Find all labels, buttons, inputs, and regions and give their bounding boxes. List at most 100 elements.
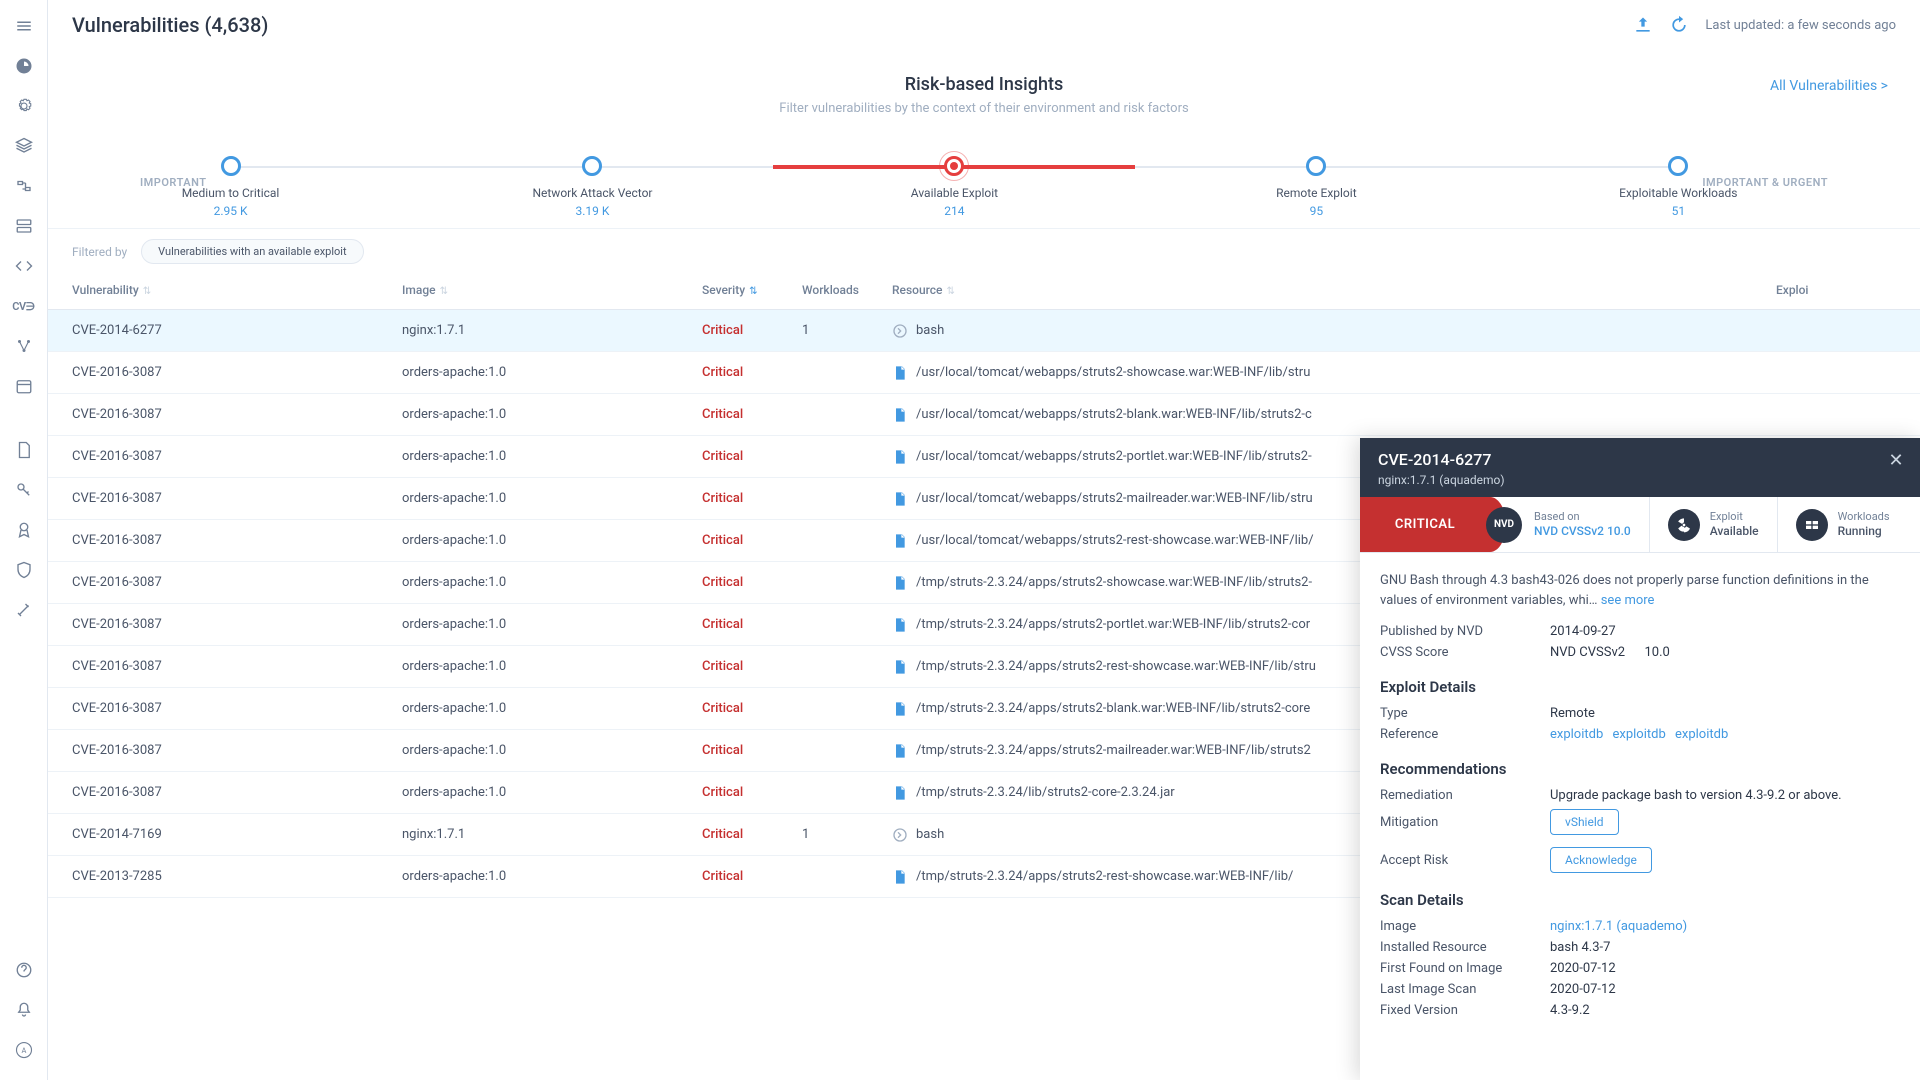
user-avatar-icon[interactable]: A	[6, 1032, 42, 1068]
all-vulnerabilities-link[interactable]: All Vulnerabilities >	[1770, 78, 1888, 94]
bell-icon[interactable]	[6, 992, 42, 1028]
file-icon	[892, 365, 908, 381]
file-icon	[892, 491, 908, 507]
nvd-badge-icon: NVD	[1486, 507, 1522, 543]
network-icon[interactable]	[6, 328, 42, 364]
close-icon[interactable]: ✕	[1884, 448, 1908, 472]
dashboard-icon[interactable]	[6, 48, 42, 84]
scan-details-title: Scan Details	[1380, 891, 1900, 909]
stepper-circle[interactable]	[1306, 156, 1326, 176]
page-header: Vulnerabilities (4,638) Last updated: a …	[48, 0, 1920, 50]
table-row[interactable]: CVE-2016-3087orders-apache:1.0Critical/u…	[48, 352, 1920, 394]
stepper-circle[interactable]	[1668, 156, 1688, 176]
cell-severity: Critical	[702, 785, 802, 800]
cell-severity: Critical	[702, 827, 802, 842]
stepper-node-label: Available Exploit	[874, 186, 1034, 200]
stepper-node-label: Remote Exploit	[1236, 186, 1396, 200]
acknowledge-button[interactable]: Acknowledge	[1550, 847, 1652, 873]
radiation-icon	[1668, 509, 1700, 541]
reference-link[interactable]: exploitdb	[1550, 727, 1603, 742]
content-area: Risk-based Insights Filter vulnerabiliti…	[48, 50, 1920, 1080]
stepper-node[interactable]: Medium to Critical2.95 K	[151, 156, 311, 218]
cve-icon[interactable]: CV∋	[6, 288, 42, 324]
th-severity[interactable]: Severity⇅	[702, 283, 802, 297]
upload-icon[interactable]	[1633, 15, 1653, 35]
file-icon	[892, 869, 908, 885]
stepper-node[interactable]: Remote Exploit95	[1236, 156, 1396, 218]
file-icon	[892, 407, 908, 423]
badge-exploit: Exploit Available	[1650, 497, 1778, 552]
sort-icon: ⇅	[143, 286, 151, 297]
th-resource[interactable]: Resource⇅	[892, 283, 1776, 297]
cell-severity: Critical	[702, 617, 802, 632]
file-icon	[892, 533, 908, 549]
ribbon-icon[interactable]	[6, 512, 42, 548]
file-icon	[892, 449, 908, 465]
help-icon[interactable]	[6, 952, 42, 988]
table-row[interactable]: CVE-2016-3087orders-apache:1.0Critical/u…	[48, 394, 1920, 436]
stepper-node-count: 51	[1598, 204, 1758, 218]
cell-severity: Critical	[702, 743, 802, 758]
filter-row: Filtered by Vulnerabilities with an avai…	[48, 229, 1920, 270]
detail-badges: CRITICAL NVD Based on NVD CVSSv2 10.0 Ex…	[1360, 497, 1920, 553]
file-icon	[892, 701, 908, 717]
cell-image: orders-apache:1.0	[402, 575, 702, 590]
stepper-node[interactable]: Network Attack Vector3.19 K	[512, 156, 672, 218]
last-updated-text: Last updated: a few seconds ago	[1705, 18, 1896, 33]
cell-vulnerability: CVE-2016-3087	[72, 617, 402, 632]
flow-icon[interactable]	[6, 168, 42, 204]
th-exploit[interactable]: Exploi	[1776, 283, 1896, 297]
scan-image-link[interactable]: nginx:1.7.1 (aquademo)	[1550, 919, 1900, 934]
server-icon[interactable]	[6, 208, 42, 244]
cell-severity: Critical	[702, 869, 802, 884]
gear-icon[interactable]	[6, 88, 42, 124]
svg-text:A: A	[21, 1046, 26, 1055]
cell-vulnerability: CVE-2013-7285	[72, 869, 402, 884]
key-icon[interactable]	[6, 472, 42, 508]
menu-icon[interactable]	[6, 8, 42, 44]
calendar-icon[interactable]	[6, 368, 42, 404]
vshield-button[interactable]: vShield	[1550, 809, 1619, 835]
cell-vulnerability: CVE-2016-3087	[72, 533, 402, 548]
shield-icon[interactable]	[6, 552, 42, 588]
refresh-icon[interactable]	[1669, 15, 1689, 35]
reference-link[interactable]: exploitdb	[1675, 727, 1728, 742]
th-workloads[interactable]: Workloads	[802, 283, 892, 297]
cell-vulnerability: CVE-2016-3087	[72, 575, 402, 590]
cell-vulnerability: CVE-2016-3087	[72, 743, 402, 758]
file-icon	[892, 659, 908, 675]
stepper-circle[interactable]	[221, 156, 241, 176]
th-vulnerability[interactable]: Vulnerability⇅	[72, 283, 402, 297]
stepper-node[interactable]: Available Exploit214	[874, 156, 1034, 218]
sort-icon: ⇅	[440, 286, 448, 297]
cell-resource: /usr/local/tomcat/webapps/struts2-showca…	[892, 365, 1776, 381]
code-icon[interactable]	[6, 248, 42, 284]
cell-vulnerability: CVE-2014-7169	[72, 827, 402, 842]
filter-chip[interactable]: Vulnerabilities with an available exploi…	[141, 239, 363, 264]
cvss-link[interactable]: NVD CVSSv2	[1550, 645, 1625, 660]
detail-title: CVE-2014-6277	[1378, 450, 1902, 469]
cell-image: orders-apache:1.0	[402, 491, 702, 506]
detail-panel: ✕ CVE-2014-6277 nginx:1.7.1 (aquademo) C…	[1360, 438, 1920, 1080]
stepper-node[interactable]: Exploitable Workloads51	[1598, 156, 1758, 218]
cell-severity: Critical	[702, 491, 802, 506]
cell-severity: Critical	[702, 323, 802, 338]
th-image[interactable]: Image⇅	[402, 283, 702, 297]
sort-icon: ⇅	[749, 286, 757, 297]
severity-badge: CRITICAL	[1360, 497, 1490, 552]
cell-resource: bash	[892, 323, 1776, 339]
table-row[interactable]: CVE-2014-6277nginx:1.7.1Critical1bash	[48, 310, 1920, 352]
cell-severity: Critical	[702, 449, 802, 464]
document-icon[interactable]	[6, 432, 42, 468]
reference-link[interactable]: exploitdb	[1613, 727, 1666, 742]
stepper-circle[interactable]	[944, 156, 964, 176]
shell-icon	[892, 323, 908, 339]
filter-label: Filtered by	[72, 245, 127, 259]
cell-severity: Critical	[702, 533, 802, 548]
cell-image: orders-apache:1.0	[402, 785, 702, 800]
stepper-circle[interactable]	[582, 156, 602, 176]
layers-icon[interactable]	[6, 128, 42, 164]
tools-icon[interactable]	[6, 592, 42, 628]
cell-vulnerability: CVE-2016-3087	[72, 491, 402, 506]
see-more-link[interactable]: see more	[1601, 593, 1655, 608]
